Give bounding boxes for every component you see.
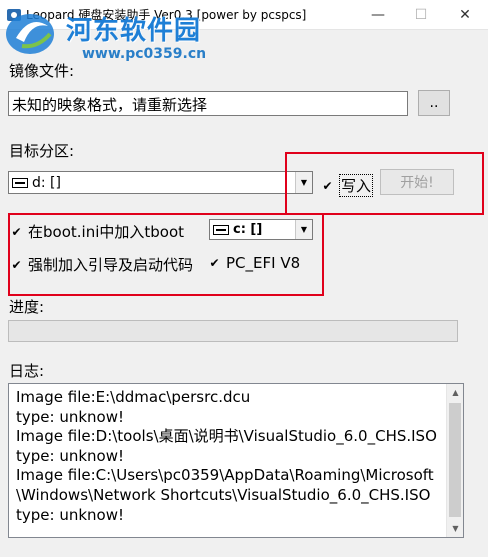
boot-ini-label: 在boot.ini中加入tboot [28,223,185,241]
checkmark-icon: ✔ [11,257,22,272]
start-button[interactable]: 开始! [380,169,454,195]
log-line: Image file:E:\ddmac\persrc.dcu [16,388,251,406]
write-checkbox[interactable]: ✔ 写入 [321,174,374,197]
log-scrollbar[interactable]: ▲ ▼ [446,384,463,537]
log-lines: Image file:E:\ddmac\persrc.dcu type: unk… [16,388,437,525]
log-line: \Windows\Network Shortcuts\VisualStudio_… [16,485,431,504]
checkmark-icon: ✔ [322,178,333,193]
pc-efi-label: PC_EFI V8 [226,254,301,272]
boot-drive-value: c: [] [233,222,263,237]
target-partition-value: d: [] [32,174,61,191]
force-boot-label: 强制加入引导及启动代码 [28,256,194,274]
watermark-title: 河东软件园 [66,16,202,46]
checkmark-icon: ✔ [11,224,22,239]
boot-drive-select[interactable]: c: [] ▼ [209,219,313,240]
maximize-button[interactable]: ☐ [399,0,443,30]
log-line: type: unknow! [16,505,124,524]
target-partition-label: 目标分区: [9,142,75,160]
log-line: Image file:D:\tools\桌面\说明书\VisualStudio_… [16,427,437,446]
target-partition-select[interactable]: d: [] ▼ [8,171,313,194]
close-button[interactable]: ✕ [443,0,487,30]
log-line: type: unknow! [16,407,124,426]
close-icon: ✕ [459,7,471,23]
log-textarea[interactable]: Image file:E:\ddmac\persrc.dcu type: unk… [8,383,464,538]
image-file-label: 镜像文件: [9,62,75,80]
maximize-icon: ☐ [414,7,428,23]
chevron-down-icon[interactable]: ▼ [295,172,312,193]
checkmark-icon: ✔ [209,256,220,270]
scroll-thumb[interactable] [449,403,461,517]
progress-label: 进度: [9,298,45,316]
progress-bar [8,320,458,342]
scroll-up-icon[interactable]: ▲ [447,384,463,401]
browse-button[interactable]: .. [418,90,450,116]
watermark-logo-icon [6,14,54,54]
scroll-down-icon[interactable]: ▼ [447,520,463,537]
pc-efi-checkbox[interactable]: ✔ PC_EFI V8 [208,254,300,272]
minimize-button[interactable]: — [356,0,400,30]
log-label: 日志: [9,362,45,380]
boot-ini-checkbox[interactable]: ✔ 在boot.ini中加入tboot [10,221,184,242]
force-boot-checkbox[interactable]: ✔ 强制加入引导及启动代码 [10,254,193,275]
image-file-input[interactable]: 未知的映象格式，请重新选择 [8,91,408,116]
log-line: Image file:C:\Users\pc0359\AppData\Roami… [16,466,434,485]
drive-icon [12,177,28,188]
watermark-url: www.pc0359.cn [82,46,207,62]
write-label: 写入 [339,174,374,197]
minimize-icon: — [371,7,385,23]
drive-icon [213,224,229,235]
log-line: type: unknow! [16,446,124,465]
chevron-down-icon[interactable]: ▼ [295,220,312,239]
